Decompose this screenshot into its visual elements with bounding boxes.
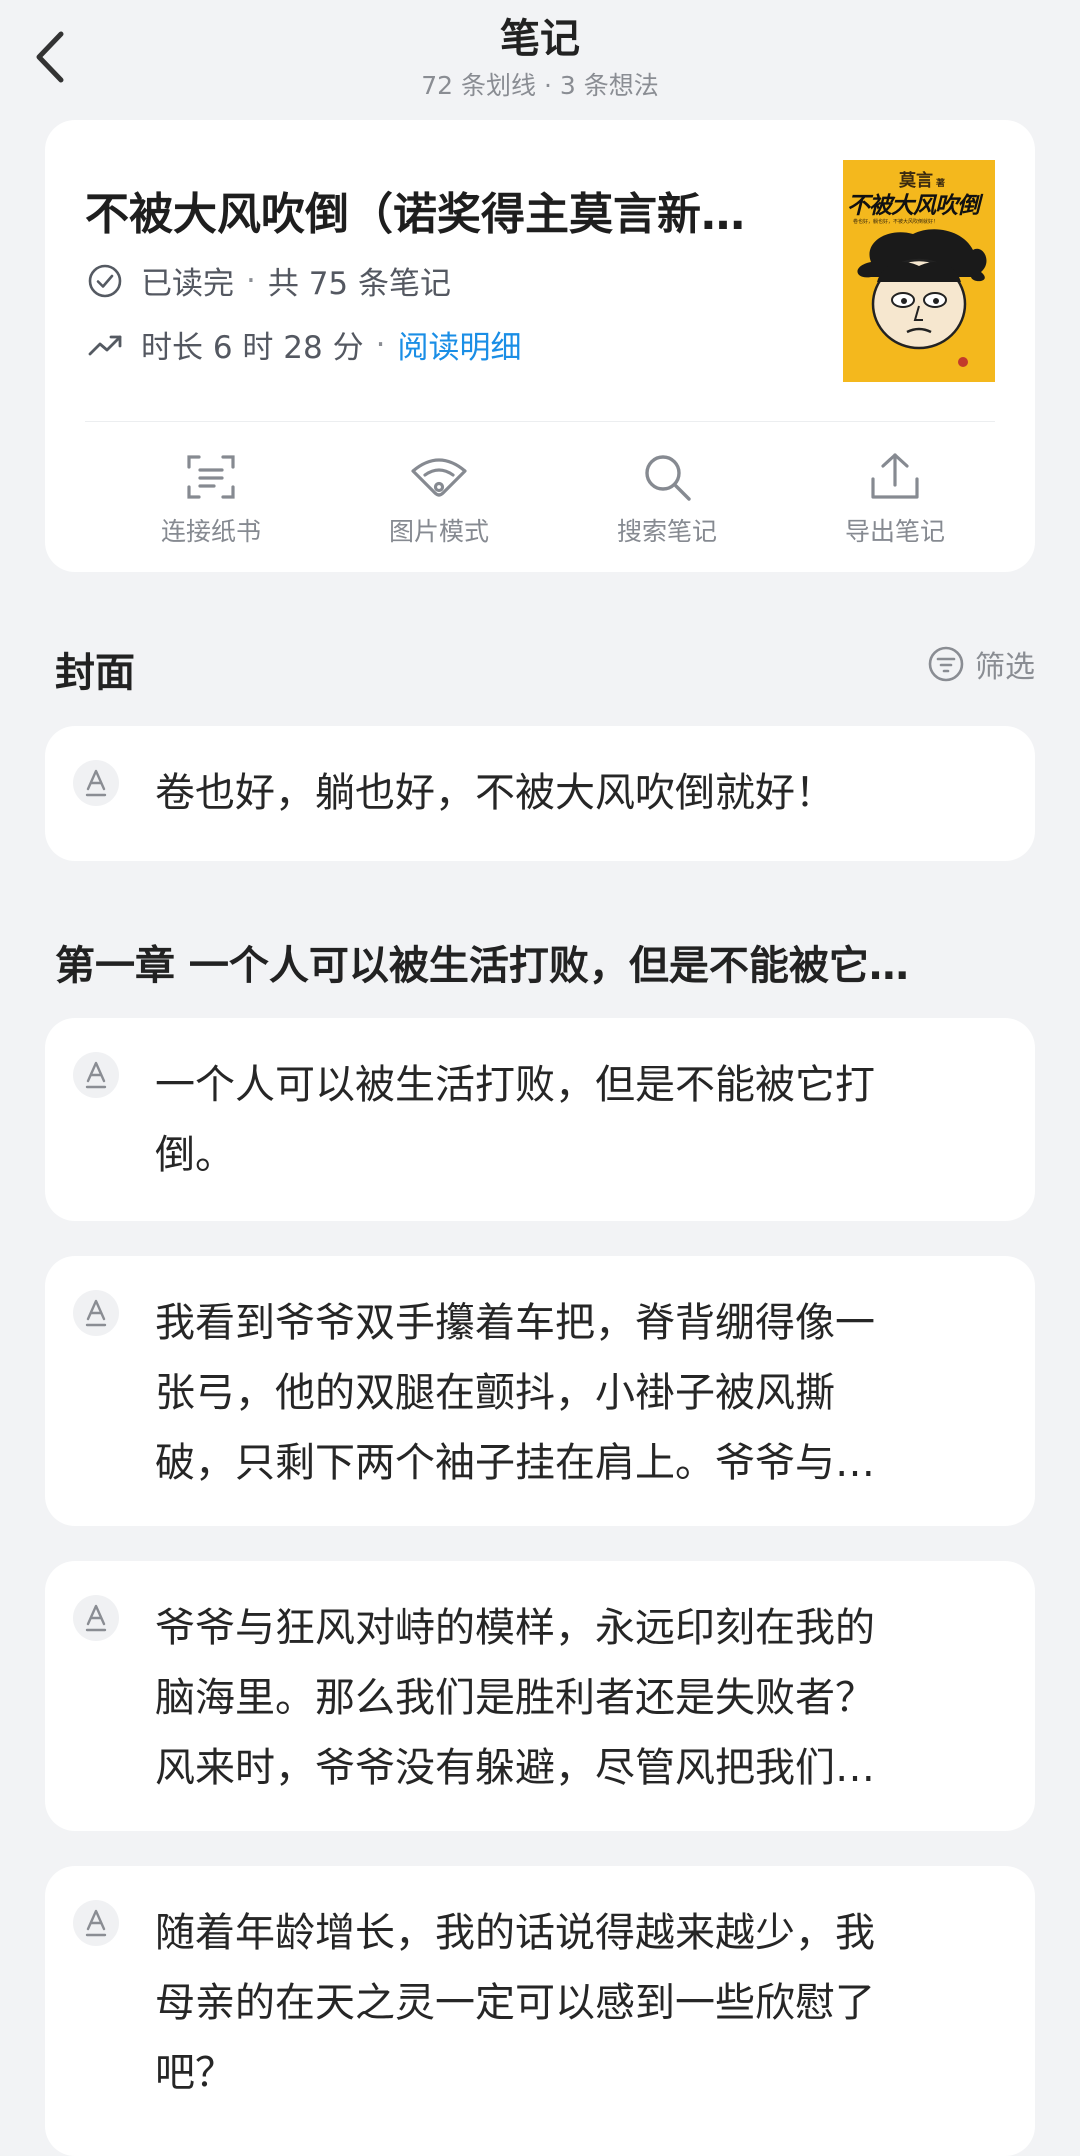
book-cover[interactable]: 莫言著 不被大风吹倒 卷也好，躺也好，不被大风吹倒就好！ — [843, 160, 995, 382]
note-card[interactable]: 随着年龄增长，我的话说得越来越少，我 母亲的在天之灵一定可以感到一些欣慰了 吧？ — [45, 1866, 1035, 2156]
highlight-icon — [73, 1290, 119, 1336]
highlight-icon — [73, 1900, 119, 1946]
note-text: 卷也好，躺也好，不被大风吹倒就好！ — [155, 770, 835, 816]
book-info-card: 不被大风吹倒（诺奖得主莫言新… 已读完 · 共 75 条笔记 时长 6 时 28… — [45, 120, 1035, 572]
highlight-icon — [73, 1595, 119, 1641]
book-status-row: 已读完 · 共 75 条笔记 — [85, 258, 451, 303]
page-title: 笔记 — [500, 16, 580, 62]
note-card[interactable]: 一个人可以被生活打败，但是不能被它打 倒。 — [45, 1018, 1035, 1221]
search-icon — [567, 446, 767, 508]
note-text: 爷爷与狂风对峙的模样，永远印刻在我的 脑海里。那么我们是胜利者还是失败者？ 风来… — [155, 1605, 875, 1791]
action-label: 图片模式 — [388, 517, 489, 546]
note-card[interactable]: 卷也好，躺也好，不被大风吹倒就好！ — [45, 726, 1035, 861]
trend-up-icon — [85, 325, 125, 365]
filter-button[interactable]: 筛选 — [927, 642, 1035, 686]
cover-face-illustration — [857, 229, 987, 367]
separator-dot: · — [246, 262, 256, 299]
reading-detail-link[interactable]: 阅读明细 — [397, 322, 521, 367]
export-icon — [795, 446, 995, 508]
note-card[interactable]: 我看到爷爷双手攥着车把，脊背绷得像一 张弓，他的双腿在颤抖，小褂子被风撕 破，只… — [45, 1256, 1035, 1526]
check-circle-icon — [85, 261, 125, 301]
note-text: 我看到爷爷双手攥着车把，脊背绷得像一 张弓，他的双腿在颤抖，小褂子被风撕 破，只… — [155, 1300, 875, 1486]
search-notes-button[interactable]: 搜索笔记 — [567, 446, 767, 556]
export-notes-button[interactable]: 导出笔记 — [795, 446, 995, 556]
book-title[interactable]: 不被大风吹倒（诺奖得主莫言新… — [85, 178, 805, 242]
note-text: 一个人可以被生活打败，但是不能被它打 倒。 — [155, 1062, 875, 1178]
scan-icon — [111, 446, 311, 508]
card-divider — [85, 421, 995, 422]
reading-duration: 时长 6 时 28 分 — [141, 330, 364, 366]
note-text: 随着年龄增长，我的话说得越来越少，我 母亲的在天之灵一定可以感到一些欣慰了 吧？ — [155, 1910, 875, 2096]
action-label: 导出笔记 — [844, 517, 945, 546]
page-subtitle: 72 条划线 · 3 条想法 — [421, 71, 659, 100]
action-label: 搜索笔记 — [616, 517, 717, 546]
highlight-icon — [73, 760, 119, 806]
filter-label: 筛选 — [975, 650, 1035, 685]
note-count: 共 75 条笔记 — [267, 266, 452, 302]
cover-title: 不被大风吹倒 — [847, 192, 980, 219]
section-title-cover: 封面 — [55, 650, 135, 696]
action-label: 连接纸书 — [160, 517, 261, 546]
note-card[interactable]: 爷爷与狂风对峙的模样，永远印刻在我的 脑海里。那么我们是胜利者还是失败者？ 风来… — [45, 1561, 1035, 1831]
read-status: 已读完 — [141, 266, 234, 302]
image-mode-button[interactable]: 图片模式 — [339, 446, 539, 556]
filter-icon — [928, 646, 964, 682]
book-duration-row: 时长 6 时 28 分 · 阅读明细 — [85, 322, 521, 367]
fan-image-icon — [339, 446, 539, 508]
highlight-icon — [73, 1052, 119, 1098]
connect-paper-book-button[interactable]: 连接纸书 — [111, 446, 311, 556]
top-bar: 笔记 72 条划线 · 3 条想法 — [0, 0, 1080, 110]
separator-dot: · — [375, 326, 386, 363]
section-title-chapter-1: 第一章 一个人可以被生活打败，但是不能被它… — [55, 943, 909, 989]
